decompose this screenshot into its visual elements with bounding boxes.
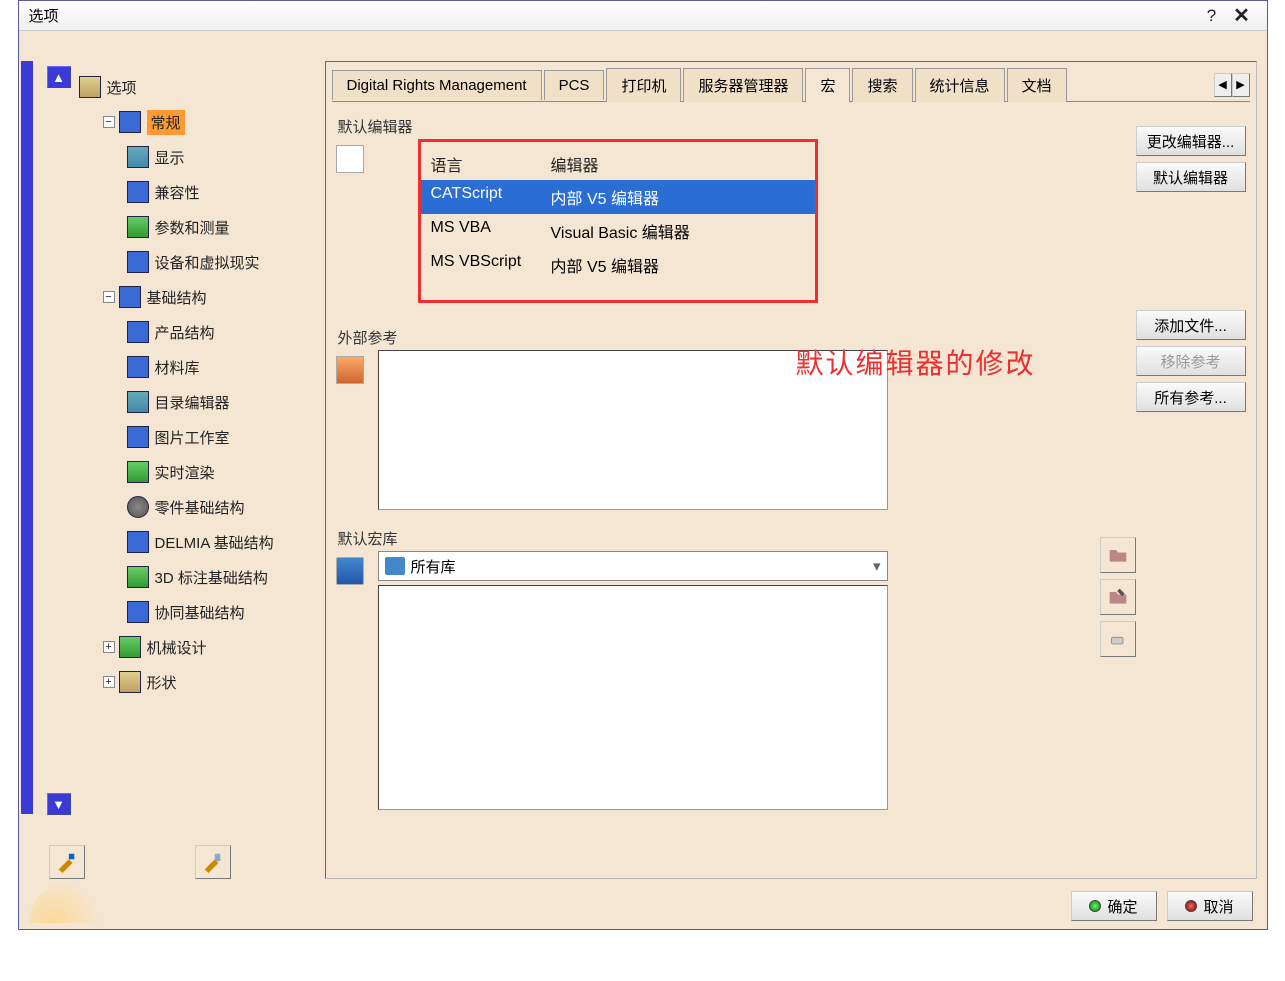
tree-scroll-down[interactable]: ▼ <box>47 793 71 815</box>
tab-stats[interactable]: 统计信息 <box>915 68 1005 102</box>
window-title: 选项 <box>29 5 59 26</box>
tree-infra[interactable]: −基础结构 <box>103 283 314 311</box>
tree-catalog[interactable]: 目录编辑器 <box>127 388 314 416</box>
content-panel: Digital Rights Management PCS 打印机 服务器管理器… <box>325 61 1257 879</box>
close-button[interactable]: ✕ <box>1227 3 1257 28</box>
macro-lib-list[interactable] <box>378 585 888 810</box>
macro-lib-select[interactable]: 所有库 ▾ <box>378 551 888 581</box>
tree-annot3d[interactable]: 3D 标注基础结构 <box>127 563 314 591</box>
tree-product[interactable]: 产品结构 <box>127 318 314 346</box>
group-extref-label: 外部参考 <box>338 327 1246 348</box>
add-file-button[interactable]: 添加文件... <box>1136 310 1246 340</box>
tree-params[interactable]: 参数和测量 <box>127 213 314 241</box>
tree-general[interactable]: −常规 <box>103 108 314 136</box>
tree-material[interactable]: 材料库 <box>127 353 314 381</box>
options-tree: 选项 −常规 显示 兼容性 参数和测量 设备和虚拟现实 −基础结构 产品结构 材… <box>79 66 314 703</box>
remove-ref-button[interactable]: 移除参考 <box>1136 346 1246 376</box>
tree-root[interactable]: 选项 <box>79 73 314 101</box>
tree-collab[interactable]: 协同基础结构 <box>127 598 314 626</box>
tab-server[interactable]: 服务器管理器 <box>683 68 803 102</box>
tab-scroll-right[interactable]: ▶ <box>1232 73 1250 97</box>
erase-button[interactable] <box>1100 621 1136 657</box>
group-editor-label: 默认编辑器 <box>338 116 1246 137</box>
decorative-sun <box>29 883 109 923</box>
tree-scroll-up[interactable]: ▲ <box>47 66 71 88</box>
tree-photo[interactable]: 图片工作室 <box>127 423 314 451</box>
editor-row[interactable]: MS VBScript 内部 V5 编辑器 <box>421 248 815 282</box>
default-editor-button[interactable]: 默认编辑器 <box>1136 162 1246 192</box>
tab-search[interactable]: 搜索 <box>852 68 912 102</box>
editor-row[interactable]: CATScript 内部 V5 编辑器 <box>421 180 815 214</box>
tree-devices[interactable]: 设备和虚拟现实 <box>127 248 314 276</box>
col-language: 语言 <box>431 152 551 176</box>
edit-folder-button[interactable] <box>1100 579 1136 615</box>
titlebar: 选项 ? ✕ <box>19 1 1267 31</box>
tab-macro[interactable]: 宏 <box>805 68 850 103</box>
ok-button[interactable]: 确定 <box>1071 891 1157 921</box>
tree-delmia[interactable]: DELMIA 基础结构 <box>127 528 314 556</box>
editor-row[interactable]: MS VBA Visual Basic 编辑器 <box>421 214 815 248</box>
tree-shape[interactable]: +形状 <box>103 668 314 696</box>
tab-bar: Digital Rights Management PCS 打印机 服务器管理器… <box>332 68 1250 102</box>
all-ref-button[interactable]: 所有参考... <box>1136 382 1246 412</box>
tab-pcs[interactable]: PCS <box>544 70 605 100</box>
cancel-button[interactable]: 取消 <box>1167 891 1253 921</box>
tab-scroll-left[interactable]: ◀ <box>1214 73 1232 97</box>
tlb-icon <box>336 356 364 384</box>
tab-drm[interactable]: Digital Rights Management <box>332 70 542 100</box>
tool-button-2[interactable] <box>195 845 231 879</box>
red-annotation: 默认编辑器的修改 <box>796 342 1036 382</box>
tool-button-1[interactable] <box>49 845 85 879</box>
change-editor-button[interactable]: 更改编辑器... <box>1136 126 1246 156</box>
dialog-footer: 确定 取消 <box>1071 891 1253 921</box>
tab-printer[interactable]: 打印机 <box>606 68 681 102</box>
tree-compat[interactable]: 兼容性 <box>127 178 314 206</box>
tree-display[interactable]: 显示 <box>127 143 314 171</box>
chevron-down-icon: ▾ <box>873 557 881 575</box>
book-small-icon <box>385 557 405 575</box>
page-icon <box>336 145 364 173</box>
col-editor: 编辑器 <box>551 152 599 176</box>
editor-table: 语言 编辑器 CATScript 内部 V5 编辑器 MS VBA Visual… <box>418 139 818 303</box>
help-button[interactable]: ? <box>1197 6 1227 26</box>
tree-mechdesign[interactable]: +机械设计 <box>103 633 314 661</box>
tree-render[interactable]: 实时渲染 <box>127 458 314 486</box>
options-dialog: 选项 ? ✕ ▲ ▼ 选项 −常规 显示 兼容性 参数和测量 设备和虚拟现实 −… <box>18 0 1268 930</box>
book-icon <box>336 557 364 585</box>
tree-partinfra[interactable]: 零件基础结构 <box>127 493 314 521</box>
open-folder-button[interactable] <box>1100 537 1136 573</box>
tab-doc[interactable]: 文档 <box>1007 68 1067 102</box>
tree-panel: ▲ ▼ 选项 −常规 显示 兼容性 参数和测量 设备和虚拟现实 −基础结构 产品… <box>29 61 319 879</box>
